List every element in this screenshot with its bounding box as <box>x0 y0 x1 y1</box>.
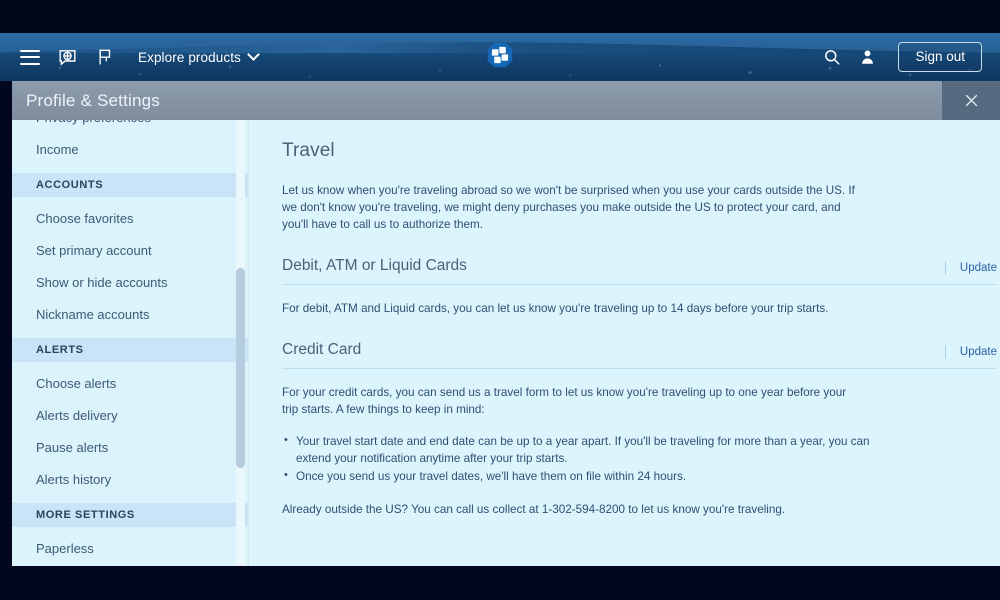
sign-out-button[interactable]: Sign out <box>898 42 982 72</box>
sidebar-item-show-or-hide-accounts[interactable]: Show or hide accounts <box>12 267 248 299</box>
section-body: For your credit cards, you can send us a… <box>282 386 847 416</box>
content-title: Travel <box>282 140 335 161</box>
explore-products-menu[interactable]: Explore products <box>138 48 260 65</box>
header-right-group: Sign out <box>823 33 982 81</box>
sidebar-nav: Privacy preferencesIncome ACCOUNTS Choose … <box>12 120 248 566</box>
list-item: Your travel start date and end date can … <box>282 432 872 467</box>
sidebar-item-paperless[interactable]: Paperless <box>12 533 248 565</box>
section-debit-atm-liquid: Debit, ATM or Liquid Cards Update For de… <box>282 257 997 317</box>
sidebar-item-privacy-preferences[interactable]: Privacy preferences <box>12 120 248 134</box>
settings-panel: Privacy preferencesIncome ACCOUNTS Choose … <box>12 120 1000 566</box>
header-left-group: Explore products <box>20 33 260 81</box>
top-black-bar <box>0 0 1000 33</box>
sidebar-item-alerts-delivery[interactable]: Alerts delivery <box>12 400 248 432</box>
section-title: Debit, ATM or Liquid Cards <box>282 257 467 274</box>
settings-sidebar: Privacy preferencesIncome ACCOUNTS Choose … <box>12 120 249 566</box>
list-item: Once you send us your travel dates, we'l… <box>282 467 872 485</box>
update-link-credit[interactable]: Update <box>944 345 997 359</box>
section-title: Credit Card <box>282 341 362 358</box>
site-header: Explore products Sign out <box>0 33 1000 81</box>
section-credit-card: Credit Card Update For your credit cards… <box>282 341 997 518</box>
section-header: Debit, ATM or Liquid Cards Update <box>282 257 997 285</box>
sidebar-item-alerts-history[interactable]: Alerts history <box>12 464 248 496</box>
content-intro: Let us know when you're traveling abroad… <box>282 184 855 231</box>
close-icon[interactable] <box>942 81 1000 120</box>
sidebar-item-choose-alerts[interactable]: Choose alerts <box>12 368 248 400</box>
sidebar-section-accounts: ACCOUNTS <box>12 173 248 197</box>
sidebar-item-choose-favorites[interactable]: Choose favorites <box>12 203 248 235</box>
section-header: Credit Card Update <box>282 341 997 369</box>
profile-settings-titlebar: Profile & Settings <box>12 81 1000 120</box>
app-root: Explore products Sign out Profile & Sett… <box>0 0 1000 600</box>
search-icon[interactable] <box>823 48 841 66</box>
sidebar-item-set-primary-account[interactable]: Set primary account <box>12 235 248 267</box>
sidebar-item-pause-alerts[interactable]: Pause alerts <box>12 432 248 464</box>
sidebar-item-nickname-accounts[interactable]: Nickname accounts <box>12 299 248 331</box>
closing-note: Already outside the US? You can call us … <box>282 503 786 516</box>
update-link-debit[interactable]: Update <box>944 261 997 275</box>
chat-plus-icon[interactable] <box>57 47 78 68</box>
chevron-down-icon <box>247 48 260 61</box>
sidebar-item-text-banking[interactable]: Text banking <box>12 565 248 566</box>
sidebar-scrollbar-thumb[interactable] <box>236 268 245 468</box>
explore-products-label: Explore products <box>138 49 241 65</box>
main-content: Travel Let us know when you're traveling… <box>249 120 1000 566</box>
credit-card-bullet-list: Your travel start date and end date can … <box>282 432 872 485</box>
section-body: For debit, ATM and Liquid cards, you can… <box>282 302 829 315</box>
person-icon[interactable] <box>859 48 876 66</box>
sidebar-section-alerts: ALERTS <box>12 338 248 362</box>
sidebar-section-more-settings: MORE SETTINGS <box>12 503 248 527</box>
page-title: Profile & Settings <box>26 90 160 110</box>
sidebar-item-income[interactable]: Income <box>12 134 248 166</box>
flag-icon[interactable] <box>95 47 114 67</box>
hamburger-icon[interactable] <box>20 49 40 65</box>
